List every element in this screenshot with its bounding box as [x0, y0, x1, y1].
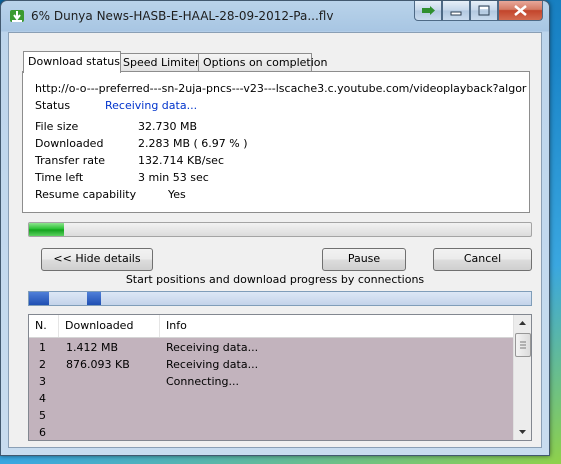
- pause-button[interactable]: Pause: [322, 248, 406, 271]
- connections-list-header: N. Downloaded Info: [29, 315, 513, 338]
- download-progress-fill: [29, 223, 64, 236]
- time-left-label: Time left: [35, 171, 84, 184]
- idm-app-icon[interactable]: [9, 8, 25, 24]
- row-number: 2: [39, 358, 46, 371]
- scroll-up-arrow-icon: [519, 321, 526, 325]
- column-header-downloaded[interactable]: Downloaded: [59, 315, 160, 337]
- row-number: 4: [39, 392, 46, 405]
- minimize-icon: [450, 11, 462, 16]
- cancel-button[interactable]: Cancel: [433, 248, 532, 271]
- status-label: Status: [35, 99, 71, 112]
- connections-progress-bar: [28, 291, 532, 306]
- row-number: 6: [39, 426, 46, 439]
- maximize-button[interactable]: [470, 1, 498, 21]
- column-header-info[interactable]: Info: [160, 315, 513, 337]
- time-left-value: 3 min 53 sec: [138, 171, 209, 184]
- close-icon: [514, 5, 527, 16]
- title-bar[interactable]: 6% Dunya News-HASB-E-HAAL-28-09-2012-Pa.…: [1, 1, 549, 31]
- row-info: Receiving data...: [166, 341, 259, 354]
- table-row[interactable]: 2 876.093 KB Receiving data...: [29, 356, 513, 373]
- caption-buttons: [414, 1, 543, 21]
- tab-speed-limiter[interactable]: Speed Limiter: [118, 53, 200, 71]
- status-value: Receiving data...: [105, 99, 198, 112]
- minimize-button[interactable]: [442, 1, 470, 21]
- row-downloaded: 1.412 MB: [66, 341, 119, 354]
- transfer-rate-value: 132.714 KB/sec: [138, 154, 224, 167]
- send-to-tray-icon: [422, 6, 435, 15]
- row-number: 5: [39, 409, 46, 422]
- tab-options-on-completion[interactable]: Options on completion: [198, 53, 328, 71]
- idm-download-window: 6% Dunya News-HASB-E-HAAL-28-09-2012-Pa.…: [0, 0, 550, 456]
- table-row[interactable]: 4: [29, 390, 513, 407]
- close-button[interactable]: [498, 1, 543, 21]
- window-title: 6% Dunya News-HASB-E-HAAL-28-09-2012-Pa.…: [31, 9, 334, 23]
- file-size-label: File size: [35, 120, 79, 133]
- connections-list-body: 1 1.412 MB Receiving data... 2 876.093 K…: [29, 338, 513, 440]
- row-number: 3: [39, 375, 46, 388]
- table-row[interactable]: 6: [29, 424, 513, 440]
- tab-download-status[interactable]: Download status: [23, 51, 121, 73]
- row-downloaded: 876.093 KB: [66, 358, 130, 371]
- connection-3-remaining: [101, 292, 531, 305]
- vertical-scrollbar[interactable]: [513, 315, 531, 440]
- row-number: 1: [39, 341, 46, 354]
- resume-capability-value: Yes: [168, 188, 186, 201]
- connections-list: N. Downloaded Info 1 1.412 MB Receiving …: [28, 314, 532, 441]
- send-to-tray-button[interactable]: [414, 1, 442, 21]
- transfer-rate-label: Transfer rate: [35, 154, 106, 167]
- scrollbar-thumb[interactable]: [515, 333, 531, 357]
- downloaded-label: Downloaded: [35, 137, 104, 150]
- table-row[interactable]: 5: [29, 407, 513, 424]
- row-info: Receiving data...: [166, 358, 259, 371]
- connection-2-progress: [87, 292, 101, 305]
- client-area: Download status Speed Limiter Options on…: [8, 32, 542, 448]
- maximize-icon: [478, 5, 490, 16]
- download-status-panel: http://o-o---preferred---sn-2uja-pncs---…: [22, 71, 530, 213]
- scroll-down-arrow-icon: [519, 430, 526, 434]
- file-size-value: 32.730 MB: [138, 120, 198, 133]
- connection-1-progress: [29, 292, 49, 305]
- download-url: http://o-o---preferred---sn-2uja-pncs---…: [35, 82, 527, 95]
- row-info: Connecting...: [166, 375, 239, 388]
- resume-capability-label: Resume capability: [35, 188, 137, 201]
- table-row[interactable]: 3 Connecting...: [29, 373, 513, 390]
- scroll-down-button[interactable]: [514, 423, 531, 440]
- scroll-up-button[interactable]: [514, 315, 531, 332]
- connection-1-remaining: [49, 292, 87, 305]
- table-row[interactable]: 1 1.412 MB Receiving data...: [29, 339, 513, 356]
- hide-details-button[interactable]: << Hide details: [41, 248, 153, 271]
- downloaded-value: 2.283 MB ( 6.97 % ): [138, 137, 248, 150]
- column-header-number[interactable]: N.: [29, 315, 59, 337]
- connections-caption: Start positions and download progress by…: [125, 273, 425, 286]
- grip-icon: [520, 341, 526, 349]
- download-progress-bar: [28, 222, 532, 237]
